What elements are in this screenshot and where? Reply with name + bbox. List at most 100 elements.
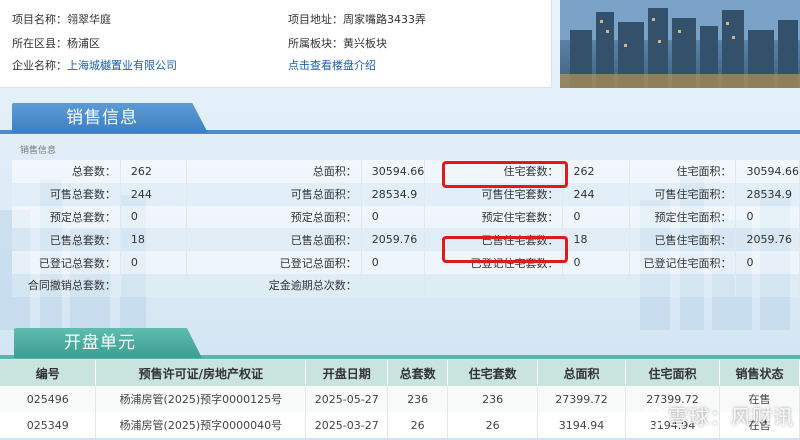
- sales-row: 可售总套数： 244 可售总面积： 28534.9 可售住宅套数： 244 可售住宅面积： 2…: [12, 182, 800, 206]
- sales-cell-label: 总套数：: [12, 160, 121, 183]
- sales-cell-label: 预定总面积：: [186, 205, 362, 229]
- units-cell: 025349: [0, 412, 97, 438]
- block-row: 所属板块：黄兴板块: [288, 36, 387, 52]
- units-column-header: 总面积: [537, 360, 627, 386]
- sales-cell-value: 18: [120, 228, 188, 252]
- units-cell: 27399.72: [537, 386, 627, 412]
- units-column-header: 住宅套数: [447, 360, 539, 386]
- sales-row: 已售总套数： 18 已售总面积： 2059.76 已售住宅套数： 18 已售住宅面积： 205…: [12, 228, 800, 252]
- sales-cell-value: 244: [120, 182, 188, 206]
- sales-cell-label: 预定住宅套数：: [424, 205, 564, 229]
- units-column-header: 开盘日期: [305, 360, 389, 386]
- watermark: 雪球：风财讯: [642, 401, 794, 430]
- units-column-header: 总套数: [387, 360, 449, 386]
- project-name-value: 翎翠华庭: [67, 13, 111, 26]
- sales-row: 预定总套数： 0 预定总面积： 0 预定住宅套数： 0 预定住宅面积： 0: [12, 205, 800, 229]
- sales-cell-label: 已登记总套数：: [12, 251, 121, 274]
- sales-cell-value: 0: [120, 205, 188, 229]
- sales-row: 已登记总套数： 0 已登记总面积： 0 已登记住宅套数： 0 已登记住宅面积： 0: [12, 251, 800, 274]
- sales-cell-value: 244: [562, 182, 630, 206]
- units-cell: 236: [447, 386, 539, 412]
- sales-cell-value: [361, 273, 426, 297]
- sales-cell-value: 30594.66: [361, 160, 426, 183]
- block-value: 黄兴板块: [343, 37, 387, 50]
- address-label: 项目地址：: [288, 13, 343, 26]
- sales-cell-value: 0: [562, 251, 630, 274]
- intro-row: 点击查看楼盘介绍: [288, 58, 376, 74]
- project-name-label: 项目名称：: [12, 13, 67, 26]
- project-name-row: 项目名称：翎翠华庭: [12, 12, 111, 28]
- project-photo: [560, 0, 800, 88]
- units-cell: 杨浦房管(2025)预字0000125号: [95, 386, 307, 412]
- units-cell: 3194.94: [537, 412, 627, 438]
- sales-section-title: 销售信息: [66, 108, 138, 128]
- sales-cell-label: 定金逾期总次数：: [186, 273, 362, 297]
- highlight-sold-residential-units: [442, 236, 568, 263]
- sales-cell-value: 0: [562, 205, 630, 229]
- units-cell: 236: [387, 386, 449, 412]
- company-row: 企业名称：上海城樾置业有限公司: [12, 58, 177, 74]
- sales-cell-value: 28534.9: [735, 182, 800, 206]
- sales-cell-label: 预定住宅面积：: [629, 205, 737, 229]
- snowball-logo-icon: [642, 406, 664, 428]
- company-label: 企业名称：: [12, 59, 67, 72]
- units-cell: 025496: [0, 386, 97, 412]
- units-cell: 26: [447, 412, 539, 438]
- units-cell: 杨浦房管(2025)预字0000040号: [95, 412, 307, 438]
- sales-cell-value: [562, 273, 630, 297]
- sales-cell-value: 18: [562, 228, 630, 252]
- address-row: 项目地址：周家嘴路3433弄: [288, 12, 426, 28]
- sales-cell-label: 总面积：: [186, 160, 362, 183]
- view-intro-link[interactable]: 点击查看楼盘介绍: [288, 59, 376, 72]
- watermark-text: 雪球：风财讯: [668, 405, 794, 429]
- sales-cell-value: 262: [562, 160, 630, 183]
- sales-cell-label: 合同撤销总套数：: [12, 273, 121, 297]
- units-column-header: 销售状态: [719, 360, 800, 386]
- sales-info-table: 总套数： 262 总面积： 30594.66 住宅套数： 262 住宅面积： 30594.66…: [12, 160, 800, 297]
- sales-cell-label: 已售住宅面积：: [629, 228, 737, 252]
- sales-cell-label: [629, 273, 737, 297]
- sales-cell-value: 0: [735, 251, 800, 274]
- sales-cell-label: 已售总套数：: [12, 228, 121, 252]
- units-column-header: 编号: [0, 360, 97, 386]
- sales-cell-label: 预定总套数：: [12, 205, 121, 229]
- sales-cell-value: 2059.76: [735, 228, 800, 252]
- sales-cell-value: 30594.66: [735, 160, 800, 183]
- sales-cell-value: 0: [361, 205, 426, 229]
- sales-cell-value: 2059.76: [361, 228, 426, 252]
- sales-cell-value: 0: [120, 251, 188, 274]
- district-label: 所在区县：: [12, 37, 67, 50]
- district-value: 杨浦区: [67, 37, 100, 50]
- units-cell: 2025-03-27: [305, 412, 389, 438]
- sales-cell-value: [735, 273, 800, 297]
- address-value: 周家嘴路3433弄: [343, 13, 426, 26]
- sales-cell-value: 0: [361, 251, 426, 274]
- district-row: 所在区县：杨浦区: [12, 36, 100, 52]
- sales-cell-value: 28534.9: [361, 182, 426, 206]
- sales-row: 总套数： 262 总面积： 30594.66 住宅套数： 262 住宅面积： 30594.66: [12, 160, 800, 183]
- company-link[interactable]: 上海城樾置业有限公司: [67, 59, 177, 72]
- units-column-header: 住宅面积: [625, 360, 720, 386]
- units-column-header: 预售许可证/房地产权证: [95, 360, 307, 386]
- sales-cell-label: 已售总面积：: [186, 228, 362, 252]
- units-cell: 2025-05-27: [305, 386, 389, 412]
- block-label: 所属板块：: [288, 37, 343, 50]
- units-section-title: 开盘单元: [64, 333, 136, 353]
- units-section-header: 开盘单元: [14, 328, 202, 358]
- sales-cell-value: 262: [120, 160, 188, 183]
- sales-cell-value: 0: [735, 205, 800, 229]
- sales-cell-label: 住宅面积：: [629, 160, 737, 183]
- sales-cell-label: 可售总套数：: [12, 182, 121, 206]
- sales-cell-label: [424, 273, 564, 297]
- project-info-panel: 项目名称：翎翠华庭 所在区县：杨浦区 企业名称：上海城樾置业有限公司 项目地址：…: [0, 0, 552, 88]
- sales-subtitle: 销售信息: [20, 146, 57, 156]
- sales-cell-value: [120, 273, 188, 297]
- sales-section-header: 销售信息: [12, 103, 208, 133]
- sales-cell-label: 已登记总面积：: [186, 251, 362, 274]
- sales-cell-label: 可售住宅面积：: [629, 182, 737, 206]
- units-cell: 26: [387, 412, 449, 438]
- sales-row: 合同撤销总套数： 定金逾期总次数：: [12, 273, 800, 297]
- sales-cell-label: 已登记住宅面积：: [629, 251, 737, 274]
- sales-cell-label: 可售总面积：: [186, 182, 362, 206]
- highlight-residential-units: [442, 161, 568, 188]
